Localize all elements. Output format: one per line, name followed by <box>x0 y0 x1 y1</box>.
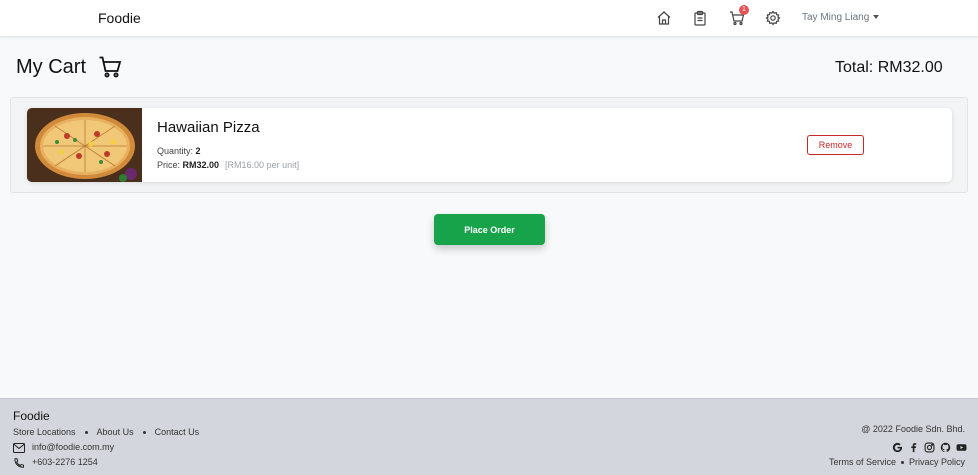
footer-link-contact-us[interactable]: Contact Us <box>155 427 200 437</box>
quantity-label: Quantity: <box>157 146 196 156</box>
cart-item: Hawaiian Pizza Quantity: 2 Price: RM32.0… <box>27 108 952 182</box>
email-text[interactable]: info@foodie.com.my <box>32 442 114 452</box>
user-name: Tay Ming Liang <box>802 12 870 23</box>
separator-dot <box>900 461 904 465</box>
privacy-policy-link[interactable]: Privacy Policy <box>909 457 965 467</box>
cart-total: Total: RM32.00 <box>835 59 943 77</box>
price-label: Price: <box>157 160 183 170</box>
youtube-icon[interactable] <box>956 442 967 453</box>
cart-items-panel: Hawaiian Pizza Quantity: 2 Price: RM32.0… <box>10 97 968 193</box>
github-icon[interactable] <box>940 442 951 453</box>
copyright: @ 2022 Foodie Sdn. Bhd. <box>861 424 965 434</box>
social-links <box>887 440 967 453</box>
page-title: My Cart <box>16 56 86 78</box>
footer-phone: +603-2276 1254 <box>13 457 98 468</box>
terms-of-service-link[interactable]: Terms of Service <box>829 457 896 467</box>
unit-price-note: [RM16.00 per unit] <box>225 160 300 170</box>
instagram-icon[interactable] <box>924 442 935 453</box>
remove-button[interactable]: Remove <box>807 135 864 155</box>
home-icon[interactable] <box>656 10 672 26</box>
item-name: Hawaiian Pizza <box>157 119 260 136</box>
footer: Foodie Store Locations About Us Contact Us… <box>0 398 978 475</box>
item-quantity: Quantity: 2 <box>157 146 201 156</box>
separator-dot <box>142 431 146 435</box>
separator-dot <box>84 431 88 435</box>
footer-links: Store Locations About Us Contact Us <box>13 427 199 437</box>
user-menu-dropdown[interactable]: Tay Ming Liang <box>802 12 880 23</box>
item-price: Price: RM32.00 [RM16.00 per unit] <box>157 160 299 170</box>
total-label: Total: <box>835 59 878 76</box>
place-order-button[interactable]: Place Order <box>434 214 545 245</box>
cart-icon[interactable]: 1 <box>729 5 749 26</box>
envelope-icon <box>13 442 25 453</box>
phone-icon <box>13 457 25 468</box>
caret-down-icon <box>873 15 880 20</box>
orders-clipboard-icon[interactable] <box>692 10 708 26</box>
footer-link-store-locations[interactable]: Store Locations <box>13 427 76 437</box>
cart-icon <box>98 55 122 79</box>
google-icon[interactable] <box>892 442 903 453</box>
pizza-photo <box>27 108 142 182</box>
footer-legal-links: Terms of Service Privacy Policy <box>829 457 965 467</box>
brand-logo[interactable]: Foodie <box>98 10 141 26</box>
cart-count-badge: 1 <box>739 5 749 15</box>
footer-email: info@foodie.com.my <box>13 442 114 453</box>
navbar: Foodie 1 Tay Ming Liang <box>0 0 978 37</box>
footer-brand: Foodie <box>13 409 50 423</box>
settings-gear-icon[interactable] <box>765 10 781 26</box>
phone-text[interactable]: +603-2276 1254 <box>32 457 98 467</box>
footer-link-about-us[interactable]: About Us <box>97 427 134 437</box>
quantity-value: 2 <box>195 146 201 156</box>
total-value: RM32.00 <box>877 59 943 76</box>
facebook-icon[interactable] <box>908 442 919 453</box>
price-value: RM32.00 <box>182 160 220 170</box>
